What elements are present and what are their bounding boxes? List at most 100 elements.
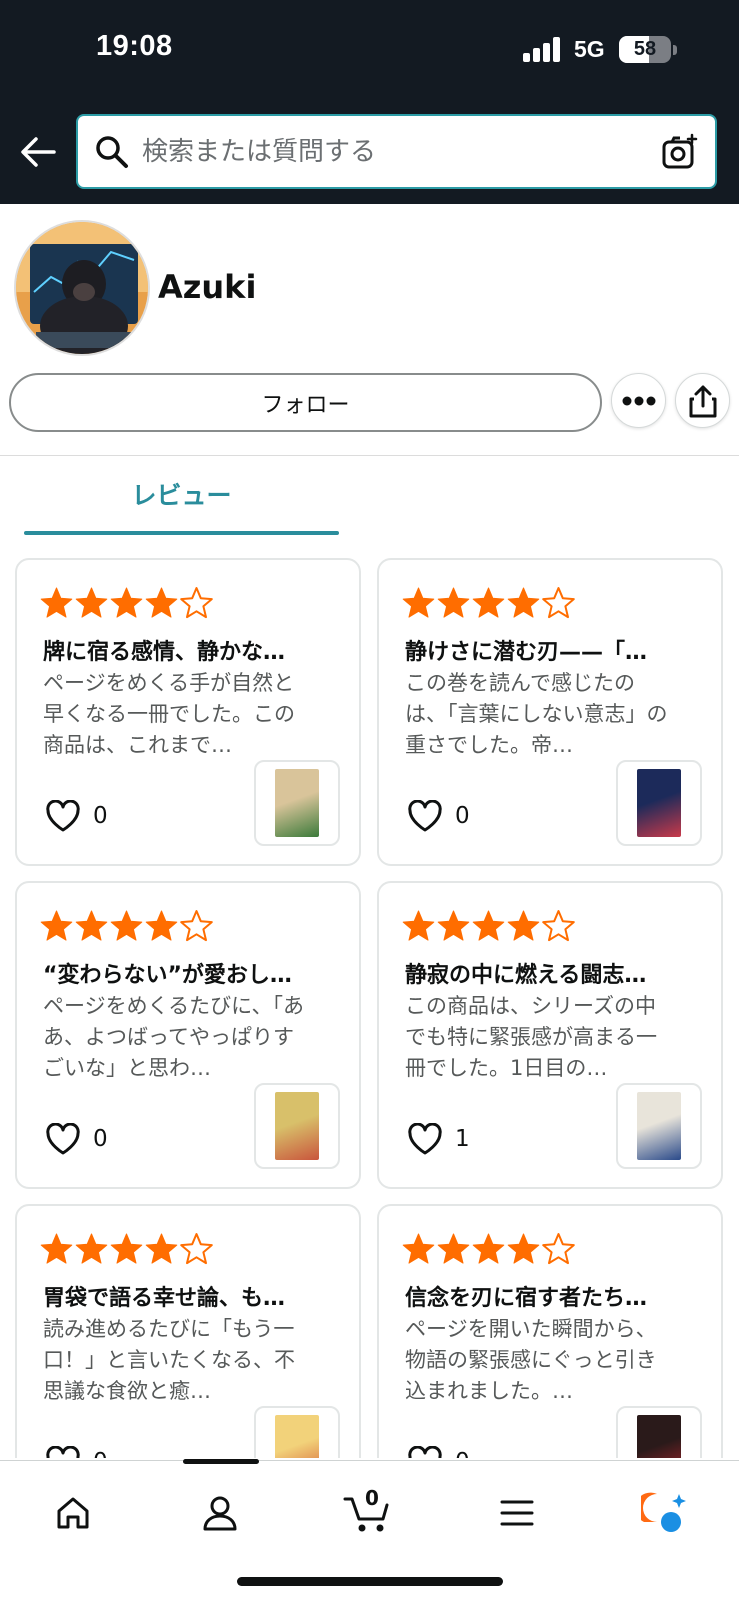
- product-thumbnail[interactable]: [254, 1406, 340, 1458]
- like-count: 0: [93, 1449, 108, 1458]
- nav-cart[interactable]: 0: [338, 1483, 398, 1543]
- product-thumbnail[interactable]: [616, 760, 702, 846]
- menu-icon: [500, 1500, 534, 1526]
- battery-percent: 58: [633, 38, 657, 60]
- star-filled-icon: [145, 587, 178, 618]
- review-title: 胃袋で語る幸せ論、も…: [43, 1286, 286, 1311]
- review-body: この商品は、シリーズの中でも特に緊張感が高まる一冊でした。1日目の…: [405, 994, 657, 1080]
- product-thumbnail[interactable]: [254, 760, 340, 846]
- star-filled-icon: [472, 587, 505, 618]
- star-filled-icon: [110, 1233, 143, 1264]
- star-filled-icon: [145, 910, 178, 941]
- nav-menu[interactable]: [487, 1483, 547, 1543]
- tab-reviews-label: レビュー: [131, 481, 232, 510]
- follow-button[interactable]: フォロー: [9, 373, 602, 432]
- camera-search-icon[interactable]: [661, 133, 699, 171]
- star-empty-icon: [180, 910, 213, 942]
- battery-icon: 58: [619, 36, 671, 63]
- like-button[interactable]: 0: [45, 1123, 108, 1155]
- star-rating: [39, 909, 214, 945]
- share-button[interactable]: [675, 373, 730, 428]
- review-body: ページをめくる手が自然と早くなる一冊でした。この商品は、これまで…: [43, 671, 295, 757]
- heart-icon: [408, 1123, 442, 1155]
- star-filled-icon: [437, 1233, 470, 1264]
- review-body: ページをめくるたびに、「ああ、よつばってやっぱりすごいな」と思わ…: [43, 994, 305, 1080]
- status-time: 19:08: [96, 30, 173, 62]
- star-filled-icon: [75, 1233, 108, 1264]
- star-filled-icon: [110, 587, 143, 618]
- star-filled-icon: [145, 1233, 178, 1264]
- book-cover-image: [275, 769, 319, 837]
- like-count: 0: [455, 1449, 470, 1458]
- share-icon: [689, 385, 716, 417]
- review-card[interactable]: 静けさに潜む刃——「… この巻を読んで感じたのは、「言葉にしない意志」の重さでした…: [377, 558, 723, 866]
- nav-assistant[interactable]: [634, 1483, 694, 1543]
- tab-reviews[interactable]: レビュー: [24, 476, 339, 534]
- cart-count: 0: [365, 1486, 379, 1510]
- search-icon: [96, 136, 128, 168]
- app-header: 19:08 5G 58: [0, 0, 739, 204]
- heart-icon: [408, 1446, 442, 1458]
- product-thumbnail[interactable]: [616, 1083, 702, 1169]
- like-button[interactable]: 0: [45, 800, 108, 832]
- more-dots-icon: [622, 396, 655, 405]
- star-filled-icon: [75, 587, 108, 618]
- star-filled-icon: [507, 910, 540, 941]
- review-body: ページを開いた瞬間から、物語の緊張感にぐっと引き込まれました。…: [405, 1317, 657, 1403]
- star-filled-icon: [507, 1233, 540, 1264]
- star-filled-icon: [472, 910, 505, 941]
- review-body: 読み進めるたびに「もう一口！」と言いたくなる、不思議な食欲と癒…: [43, 1317, 295, 1403]
- star-empty-icon: [542, 1233, 575, 1265]
- battery-tip: [673, 45, 677, 55]
- book-cover-image: [275, 1092, 319, 1160]
- like-button[interactable]: 1: [407, 1123, 470, 1155]
- review-card[interactable]: 牌に宿る感情、静かな… ページをめくる手が自然と早くなる一冊でした。この商品は、こ…: [15, 558, 361, 866]
- like-button[interactable]: 0: [407, 1446, 470, 1458]
- heart-icon: [46, 1446, 80, 1458]
- network-label: 5G: [574, 36, 605, 62]
- review-card[interactable]: 胃袋で語る幸せ論、も… 読み進めるたびに「もう一口！」と言いたくなる、不思議な食欲…: [15, 1204, 361, 1458]
- home-icon: [57, 1497, 89, 1529]
- star-empty-icon: [180, 587, 213, 619]
- product-thumbnail[interactable]: [616, 1406, 702, 1458]
- back-arrow-icon[interactable]: [18, 132, 58, 172]
- section-divider: [0, 455, 739, 456]
- star-filled-icon: [472, 1233, 505, 1264]
- book-cover-image: [275, 1415, 319, 1458]
- like-button[interactable]: 0: [407, 800, 470, 832]
- review-card[interactable]: “変わらない”が愛おし… ページをめくるたびに、「ああ、よつばってやっぱりすごいな…: [15, 881, 361, 1189]
- star-empty-icon: [542, 910, 575, 942]
- avatar: [14, 220, 150, 356]
- review-card[interactable]: 静寂の中に燃える闘志… この商品は、シリーズの中でも特に緊張感が高まる一冊でした。…: [377, 881, 723, 1189]
- nav-home[interactable]: [43, 1483, 103, 1543]
- book-cover-image: [637, 769, 681, 837]
- star-rating: [401, 909, 576, 945]
- book-cover-image: [637, 1415, 681, 1458]
- star-empty-icon: [180, 1233, 213, 1265]
- review-card[interactable]: 信念を刃に宿す者たち… ページを開いた瞬間から、物語の緊張感にぐっと引き込まれまし…: [377, 1204, 723, 1458]
- product-thumbnail[interactable]: [254, 1083, 340, 1169]
- like-count: 0: [93, 803, 108, 829]
- star-rating: [39, 1232, 214, 1268]
- star-filled-icon: [402, 587, 435, 618]
- heart-icon: [408, 800, 442, 832]
- review-title: 信念を刃に宿す者たち…: [405, 1286, 648, 1311]
- review-title: 牌に宿る感情、静かな…: [43, 640, 286, 665]
- nav-active-indicator: [183, 1459, 259, 1464]
- star-filled-icon: [40, 1233, 73, 1264]
- review-title: “変わらない”が愛おし…: [43, 963, 292, 988]
- home-indicator: [237, 1577, 503, 1586]
- like-button[interactable]: 0: [45, 1446, 108, 1458]
- nav-account[interactable]: [190, 1483, 250, 1543]
- star-rating: [401, 586, 576, 622]
- profile-name: Azuki: [158, 268, 257, 306]
- more-options-button[interactable]: [611, 373, 666, 428]
- star-filled-icon: [437, 587, 470, 618]
- star-filled-icon: [75, 910, 108, 941]
- person-icon: [203, 1496, 237, 1531]
- search-input[interactable]: [142, 126, 622, 178]
- star-filled-icon: [437, 910, 470, 941]
- star-filled-icon: [507, 587, 540, 618]
- search-bar[interactable]: [76, 114, 717, 189]
- review-grid: 牌に宿る感情、静かな… ページをめくる手が自然と早くなる一冊でした。この商品は、こ…: [15, 558, 724, 1458]
